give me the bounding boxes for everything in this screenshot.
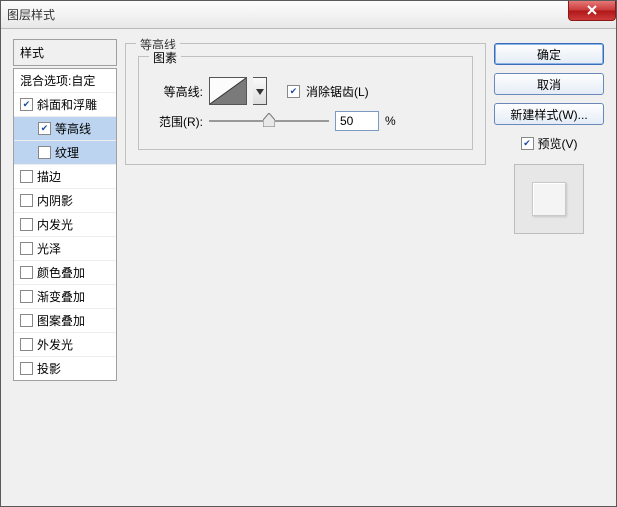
style-row[interactable]: 内阴影 [14, 189, 116, 213]
style-row[interactable]: 颜色叠加 [14, 261, 116, 285]
layer-style-dialog: 图层样式 样式 混合选项:自定斜面和浮雕等高线纹理描边内阴影内发光光泽颜色叠加渐… [0, 0, 617, 507]
style-label: 斜面和浮雕 [37, 96, 112, 113]
contour-picker[interactable] [209, 77, 247, 105]
style-row[interactable]: 图案叠加 [14, 309, 116, 333]
elements-group: 图素 等高线: [138, 56, 473, 150]
style-row[interactable]: 等高线 [14, 117, 116, 141]
preview-swatch [532, 182, 566, 216]
antialias-checkbox[interactable] [287, 85, 300, 98]
preview-label: 预览(V) [538, 135, 578, 152]
style-checkbox[interactable] [38, 122, 51, 135]
preview-box [514, 164, 584, 234]
range-label: 范围(R): [149, 113, 203, 130]
style-label: 纹理 [55, 144, 112, 161]
style-checkbox[interactable] [20, 314, 33, 327]
style-label: 图案叠加 [37, 312, 112, 329]
style-label: 投影 [37, 360, 112, 377]
contour-row: 等高线: [149, 77, 462, 105]
style-label: 描边 [37, 168, 112, 185]
style-row[interactable]: 描边 [14, 165, 116, 189]
ok-label: 确定 [537, 46, 561, 63]
style-label: 混合选项:自定 [20, 72, 112, 89]
dialog-body: 样式 混合选项:自定斜面和浮雕等高线纹理描边内阴影内发光光泽颜色叠加渐变叠加图案… [1, 29, 616, 506]
slider-thumb[interactable] [263, 113, 275, 127]
chevron-down-icon [256, 84, 264, 98]
style-row[interactable]: 光泽 [14, 237, 116, 261]
style-checkbox[interactable] [20, 170, 33, 183]
close-icon [586, 4, 598, 18]
percent-label: % [385, 114, 396, 128]
style-label: 内发光 [37, 216, 112, 233]
style-row[interactable]: 内发光 [14, 213, 116, 237]
new-style-button[interactable]: 新建样式(W)... [494, 103, 604, 125]
preview-checkbox[interactable] [521, 137, 534, 150]
style-label: 外发光 [37, 336, 112, 353]
style-checkbox[interactable] [20, 266, 33, 279]
range-input[interactable] [335, 111, 379, 131]
style-checkbox[interactable] [20, 338, 33, 351]
style-row[interactable]: 渐变叠加 [14, 285, 116, 309]
contour-dropdown[interactable] [253, 77, 267, 105]
styles-list: 混合选项:自定斜面和浮雕等高线纹理描边内阴影内发光光泽颜色叠加渐变叠加图案叠加外… [13, 68, 117, 381]
style-label: 内阴影 [37, 192, 112, 209]
contour-label: 等高线: [149, 83, 203, 100]
antialias-label: 消除锯齿(L) [306, 83, 369, 100]
settings-panel: 等高线 图素 等高线: [125, 39, 486, 494]
style-checkbox[interactable] [38, 146, 51, 159]
cancel-button[interactable]: 取消 [494, 73, 604, 95]
style-checkbox[interactable] [20, 218, 33, 231]
style-row[interactable]: 纹理 [14, 141, 116, 165]
style-checkbox[interactable] [20, 242, 33, 255]
style-row[interactable]: 斜面和浮雕 [14, 93, 116, 117]
close-button[interactable] [568, 1, 616, 21]
range-slider[interactable] [209, 112, 329, 130]
style-label: 光泽 [37, 240, 112, 257]
ok-button[interactable]: 确定 [494, 43, 604, 65]
range-row: 范围(R): % [149, 111, 462, 131]
styles-header: 样式 [13, 39, 117, 66]
new-style-label: 新建样式(W)... [510, 106, 587, 123]
style-row[interactable]: 投影 [14, 357, 116, 380]
styles-panel: 样式 混合选项:自定斜面和浮雕等高线纹理描边内阴影内发光光泽颜色叠加渐变叠加图案… [13, 39, 117, 494]
style-checkbox[interactable] [20, 290, 33, 303]
style-checkbox[interactable] [20, 194, 33, 207]
action-panel: 确定 取消 新建样式(W)... 预览(V) [494, 39, 604, 494]
style-checkbox[interactable] [20, 362, 33, 375]
style-label: 渐变叠加 [37, 288, 112, 305]
elements-group-legend: 图素 [149, 49, 181, 66]
cancel-label: 取消 [537, 76, 561, 93]
titlebar: 图层样式 [1, 1, 616, 29]
style-checkbox[interactable] [20, 98, 33, 111]
window-title: 图层样式 [7, 6, 55, 23]
style-label: 颜色叠加 [37, 264, 112, 281]
style-row[interactable]: 外发光 [14, 333, 116, 357]
style-label: 等高线 [55, 120, 112, 137]
style-row[interactable]: 混合选项:自定 [14, 69, 116, 93]
contour-group: 等高线 图素 等高线: [125, 43, 486, 165]
preview-toggle-row: 预览(V) [494, 135, 604, 152]
